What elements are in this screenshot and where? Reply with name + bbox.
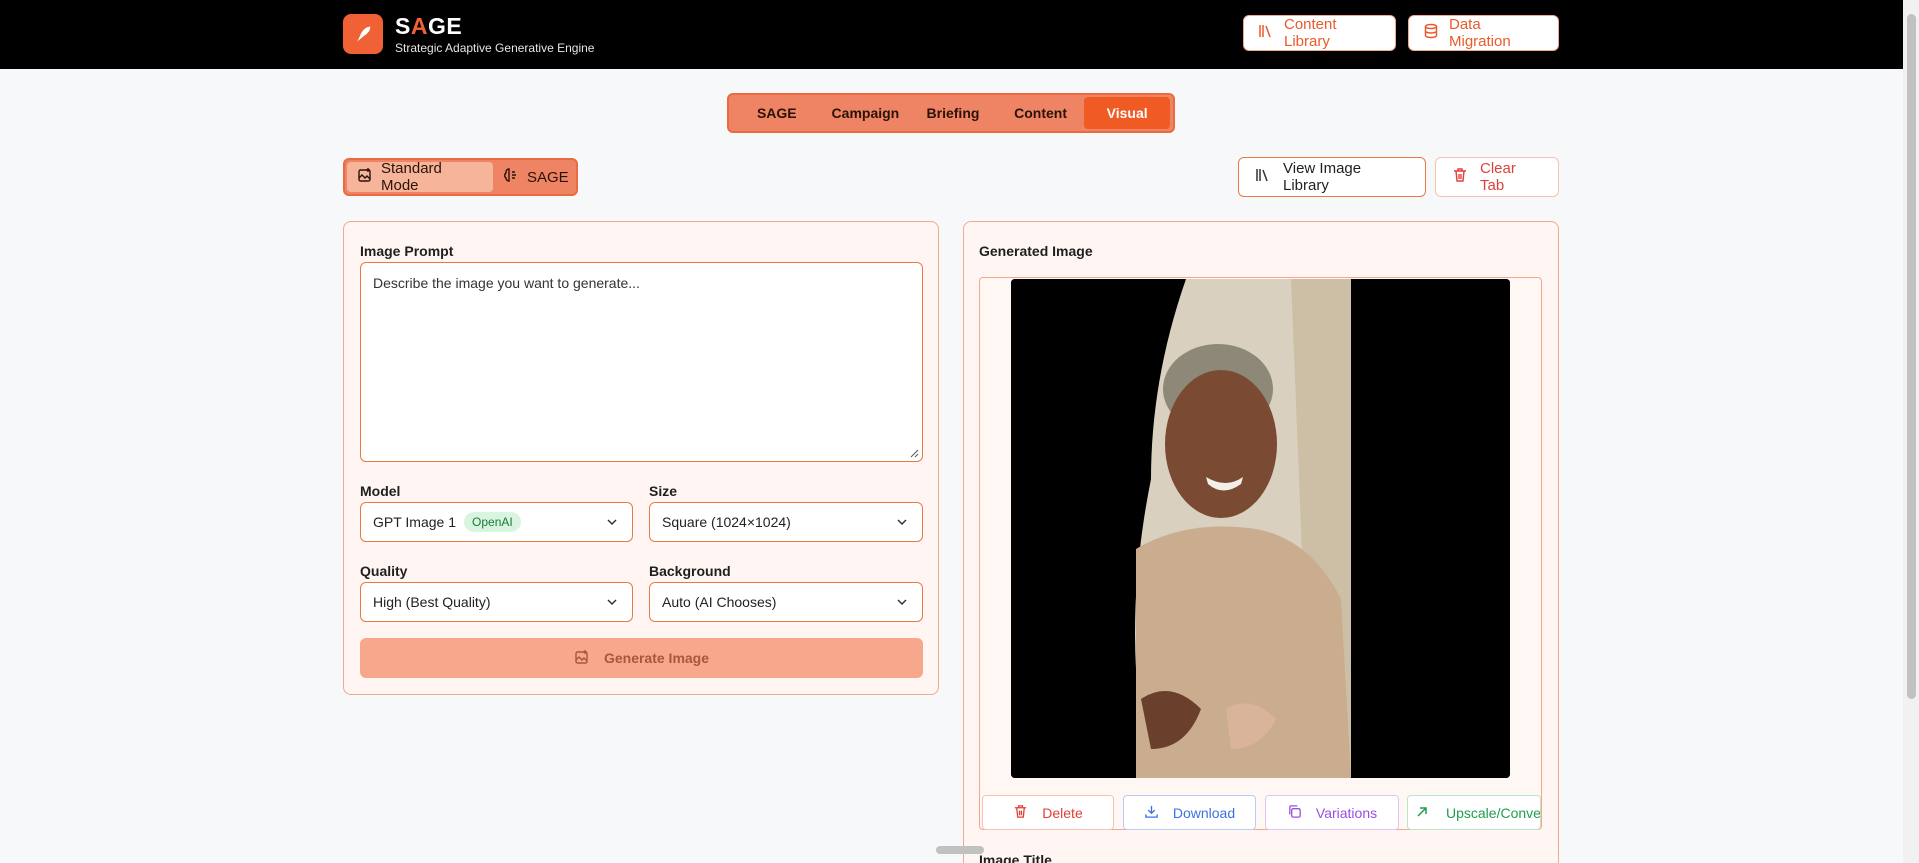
- standard-mode-button[interactable]: Standard Mode: [347, 160, 493, 194]
- sage-mode-button[interactable]: SAGE: [493, 162, 573, 192]
- view-image-library-label: View Image Library: [1283, 160, 1362, 194]
- clear-tab-label: Clear Tab: [1480, 160, 1516, 194]
- delete-button[interactable]: Delete: [982, 795, 1114, 830]
- tab-content[interactable]: Content: [997, 97, 1085, 129]
- content-library-label: Content Library: [1284, 16, 1337, 50]
- trash-icon: [1013, 804, 1028, 822]
- clear-tab-button[interactable]: Clear Tab: [1435, 157, 1559, 197]
- prompt-label: Image Prompt: [360, 243, 454, 259]
- standard-mode-label: Standard Mode: [381, 160, 442, 194]
- chevron-down-icon: [897, 599, 907, 606]
- horizontal-scrollbar-thumb[interactable]: [936, 846, 984, 854]
- delete-label: Delete: [1042, 804, 1083, 821]
- prompt-textarea[interactable]: Describe the image you want to generate.…: [360, 262, 923, 462]
- copy-icon: [1287, 804, 1302, 822]
- download-label: Download: [1172, 804, 1236, 821]
- logo-icon: [343, 14, 383, 54]
- top-header: SAGE Strategic Adaptive Generative Engin…: [0, 0, 1903, 69]
- model-select[interactable]: GPT Image 1 OpenAI: [360, 502, 633, 542]
- size-label: Size: [649, 483, 678, 499]
- brand[interactable]: SAGE Strategic Adaptive Generative Engin…: [343, 13, 594, 55]
- download-icon: [1144, 804, 1159, 822]
- portrait-illustration: [1011, 279, 1510, 778]
- image-title-label: Image Title: [979, 852, 1052, 863]
- trash-icon: [1452, 167, 1468, 187]
- variations-label: Variations: [1315, 804, 1378, 821]
- variations-button[interactable]: Variations: [1265, 795, 1399, 830]
- generate-image-label: Generate Image: [603, 650, 710, 666]
- upscale-convert-label: Upscale/Convert: [1446, 804, 1541, 821]
- image-edit-icon: [357, 167, 373, 187]
- generated-image[interactable]: [1011, 279, 1510, 778]
- data-migration-label: Data Migration: [1449, 16, 1511, 50]
- arrow-up-right-icon: [1416, 805, 1428, 821]
- brand-name: SAGE: [395, 13, 463, 39]
- quality-value: High (Best Quality): [373, 594, 491, 610]
- model-label: Model: [360, 483, 401, 499]
- library-icon: [1258, 23, 1274, 43]
- tab-sage[interactable]: SAGE: [732, 97, 822, 129]
- quality-label: Quality: [360, 563, 408, 579]
- sage-mode-label: SAGE: [527, 168, 569, 186]
- download-button[interactable]: Download: [1123, 795, 1256, 830]
- resize-grip-icon[interactable]: [910, 449, 919, 458]
- upscale-convert-button[interactable]: Upscale/Convert: [1407, 795, 1541, 830]
- vertical-scrollbar[interactable]: [1903, 0, 1919, 863]
- prompt-placeholder: Describe the image you want to generate.…: [373, 275, 640, 291]
- chevron-down-icon: [607, 599, 617, 606]
- main-tabs: SAGE Campaign Briefing Content Visual: [727, 93, 1175, 133]
- background-label: Background: [649, 563, 731, 579]
- quality-select[interactable]: High (Best Quality): [360, 582, 633, 622]
- image-add-icon: [574, 649, 590, 668]
- background-select[interactable]: Auto (AI Chooses): [649, 582, 923, 622]
- scrollbar-thumb[interactable]: [1907, 14, 1916, 699]
- tab-visual[interactable]: Visual: [1084, 97, 1170, 129]
- mode-switch: Standard Mode SAGE: [343, 158, 578, 196]
- size-select[interactable]: Square (1024×1024): [649, 502, 923, 542]
- size-value: Square (1024×1024): [662, 514, 791, 530]
- view-image-library-button[interactable]: View Image Library: [1238, 157, 1426, 197]
- brain-icon: [503, 167, 519, 187]
- tab-briefing[interactable]: Briefing: [909, 97, 997, 129]
- model-value: GPT Image 1: [373, 514, 457, 530]
- content-library-button[interactable]: Content Library: [1243, 15, 1396, 51]
- generate-image-button[interactable]: Generate Image: [360, 638, 923, 678]
- chevron-down-icon: [607, 519, 617, 526]
- brand-subtitle: Strategic Adaptive Generative Engine: [395, 41, 595, 55]
- tab-campaign[interactable]: Campaign: [822, 97, 910, 129]
- generated-image-title: Generated Image: [979, 243, 1093, 259]
- library-icon: [1255, 167, 1271, 187]
- database-icon: [1423, 23, 1439, 43]
- data-migration-button[interactable]: Data Migration: [1408, 15, 1559, 51]
- chevron-down-icon: [897, 519, 907, 526]
- background-value: Auto (AI Chooses): [662, 594, 777, 610]
- provider-badge: OpenAI: [464, 512, 521, 532]
